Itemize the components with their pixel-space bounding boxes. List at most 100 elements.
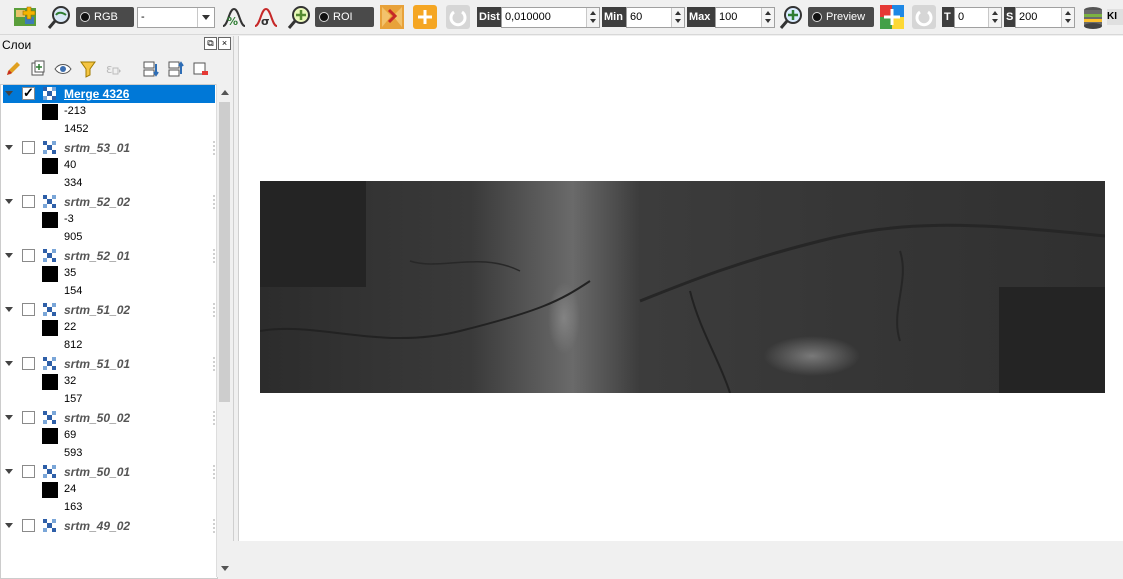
layer-visibility-checkbox[interactable]	[22, 357, 35, 370]
legend-swatch	[42, 104, 58, 120]
preview-point-icon[interactable]	[879, 4, 905, 30]
zoom-raster-icon[interactable]	[47, 4, 73, 30]
layer-name[interactable]: srtm_52_02	[64, 195, 130, 209]
float-panel-button[interactable]: ⧉	[204, 37, 217, 50]
expand-caret-icon[interactable]	[5, 523, 13, 528]
layer-visibility-checkbox[interactable]	[22, 519, 35, 532]
legend-min-value: 24	[64, 483, 77, 495]
layer-row[interactable]: srtm_52_02	[1, 193, 217, 211]
s-spinbox[interactable]: 200	[1015, 7, 1075, 28]
ki-label[interactable]: KI	[1107, 9, 1123, 25]
layer-visibility-checkbox[interactable]	[22, 465, 35, 478]
raster-layer-icon	[43, 141, 56, 154]
layer-visibility-checkbox[interactable]	[22, 303, 35, 316]
t-spinbox[interactable]: 0	[954, 7, 1002, 28]
layer-name[interactable]: srtm_53_01	[64, 141, 130, 155]
raster-layer-icon	[43, 465, 56, 478]
layer-name[interactable]: srtm_50_01	[64, 465, 130, 479]
expand-all-icon[interactable]	[142, 60, 160, 78]
scroll-down-icon[interactable]	[221, 566, 229, 571]
band-combo[interactable]: -	[137, 7, 215, 28]
layer-visibility-checkbox[interactable]	[22, 411, 35, 424]
scroll-up-icon[interactable]	[221, 90, 229, 95]
add-group-icon[interactable]	[29, 60, 47, 78]
svg-text:%: %	[227, 15, 238, 28]
histogram-sigma-icon[interactable]: σ	[253, 4, 279, 30]
legend-min-value: 69	[64, 429, 77, 441]
spin-arrows-icon[interactable]	[671, 8, 684, 27]
layer-visibility-checkbox[interactable]	[22, 249, 35, 262]
rgb-toggle[interactable]: RGB	[76, 7, 134, 27]
spin-arrows-icon[interactable]	[1061, 8, 1074, 27]
spin-arrows-icon[interactable]	[988, 8, 1001, 27]
dist-spinbox[interactable]: 0,010000	[501, 7, 600, 28]
layer-tree[interactable]: Merge 4326 -213 1452 srtm_53_01 40 334 srtm_52…	[0, 84, 218, 579]
layer-row[interactable]: Merge 4326	[1, 85, 217, 103]
legend-max-value: 905	[64, 231, 83, 243]
zoom-preview-icon[interactable]	[779, 4, 805, 30]
raster-layer-icon	[43, 411, 56, 424]
expand-caret-icon[interactable]	[5, 145, 13, 150]
layer-visibility-checkbox[interactable]	[22, 195, 35, 208]
expand-caret-icon[interactable]	[5, 469, 13, 474]
expand-caret-icon[interactable]	[5, 253, 13, 258]
max-spinbox[interactable]: 100	[715, 7, 775, 28]
chevron-down-icon[interactable]	[197, 8, 214, 27]
legend-min-value: 32	[64, 375, 77, 387]
layer-row[interactable]: srtm_52_01	[1, 247, 217, 265]
roi-toggle[interactable]: ROI	[315, 7, 374, 27]
add-raster-icon[interactable]	[12, 4, 38, 30]
layer-name[interactable]: Merge 4326	[64, 87, 129, 101]
spin-arrows-icon[interactable]	[761, 8, 774, 27]
layer-name[interactable]: srtm_51_02	[64, 303, 130, 317]
svg-text:σ: σ	[261, 15, 270, 28]
preview-toggle[interactable]: Preview	[808, 7, 874, 27]
layer-row[interactable]: srtm_50_01	[1, 463, 217, 481]
scroll-thumb[interactable]	[219, 102, 230, 402]
layer-row[interactable]: srtm_50_02	[1, 409, 217, 427]
min-spinbox[interactable]: 60	[626, 7, 685, 28]
nodata-tile	[999, 287, 1105, 393]
layer-row[interactable]: srtm_51_01	[1, 355, 217, 373]
remove-layer-icon[interactable]	[192, 60, 210, 78]
expand-caret-icon[interactable]	[5, 91, 13, 96]
legend-row: 157	[1, 391, 217, 409]
filter-icon[interactable]	[79, 60, 97, 78]
layer-name[interactable]: srtm_51_01	[64, 357, 130, 371]
histogram-percent-icon[interactable]: %	[221, 4, 247, 30]
layer-row[interactable]: srtm_51_02	[1, 301, 217, 319]
collapse-all-icon[interactable]	[167, 60, 185, 78]
layer-name[interactable]: srtm_50_02	[64, 411, 130, 425]
layer-name[interactable]: srtm_49_02	[64, 519, 130, 533]
spin-arrows-icon[interactable]	[586, 8, 599, 27]
expand-caret-icon[interactable]	[5, 307, 13, 312]
redo-roi-icon[interactable]	[445, 4, 471, 30]
svg-text:ε: ε	[106, 62, 113, 76]
classification-icon[interactable]	[1080, 4, 1106, 30]
visibility-eye-icon[interactable]	[54, 60, 72, 78]
map-canvas[interactable]	[238, 36, 1123, 541]
legend-swatch	[42, 212, 58, 228]
layer-row[interactable]: srtm_53_01	[1, 139, 217, 157]
dem-raster-image	[260, 181, 1105, 393]
roi-create-icon[interactable]	[379, 4, 405, 30]
layer-row[interactable]: srtm_49_02	[1, 517, 217, 535]
layers-toolbar: ε	[0, 56, 233, 82]
add-roi-icon[interactable]	[412, 4, 438, 30]
zoom-roi-icon[interactable]	[287, 4, 313, 30]
layer-visibility-checkbox[interactable]	[22, 85, 35, 101]
layer-visibility-checkbox[interactable]	[22, 141, 35, 154]
expand-caret-icon[interactable]	[5, 415, 13, 420]
redo-preview-icon[interactable]	[911, 4, 937, 30]
close-panel-button[interactable]: ×	[218, 37, 231, 50]
legend-swatch	[42, 320, 58, 336]
expand-caret-icon[interactable]	[5, 361, 13, 366]
layer-tree-scrollbar[interactable]	[216, 84, 233, 577]
style-brush-icon[interactable]	[4, 60, 22, 78]
expand-caret-icon[interactable]	[5, 199, 13, 204]
legend-swatch	[42, 374, 58, 390]
nodata-tile	[260, 181, 366, 287]
layer-name[interactable]: srtm_52_01	[64, 249, 130, 263]
raster-layer-icon	[43, 87, 56, 100]
legend-max-value: 593	[64, 447, 83, 459]
